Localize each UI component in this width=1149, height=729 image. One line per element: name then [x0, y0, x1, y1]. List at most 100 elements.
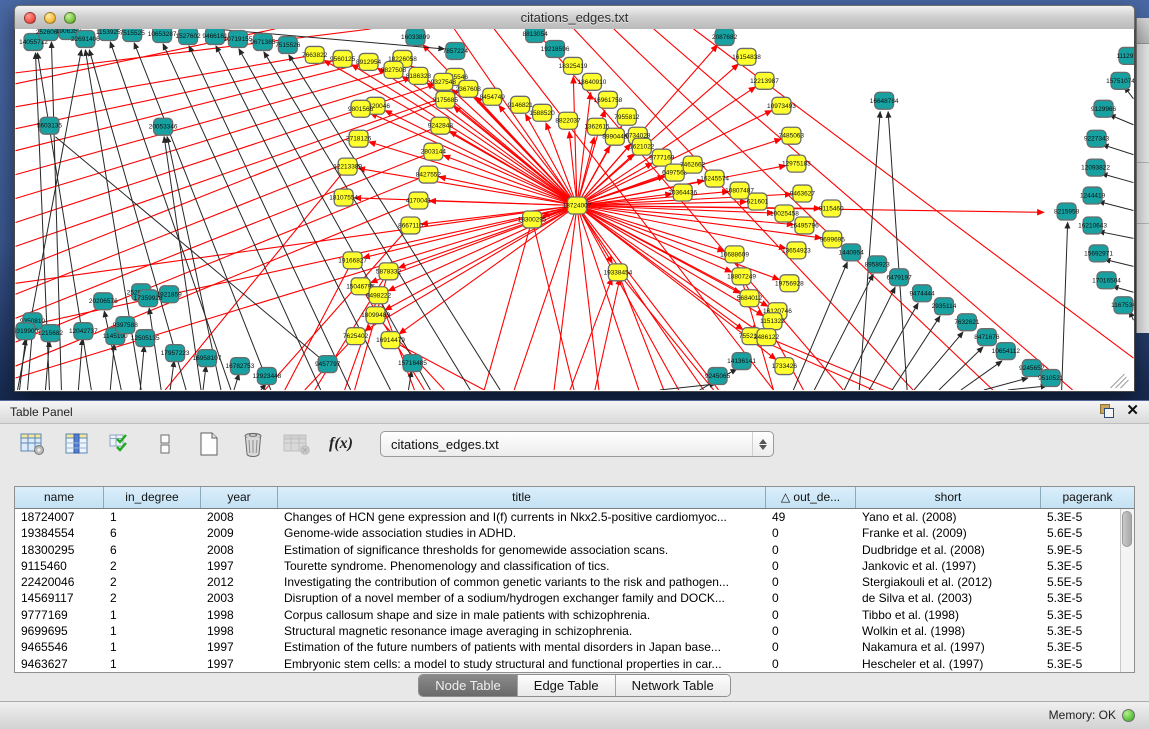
table-row[interactable]: 1830029562008Estimation of significance …	[15, 542, 1121, 558]
network-view-canvas[interactable]: 1405571225260651906350226914061153925751…	[14, 29, 1135, 392]
graph-node-label: 15716485	[398, 360, 427, 367]
graph-node-label: 16495796	[790, 222, 819, 229]
graph-node-label: 1733426	[772, 363, 798, 370]
table-cell: 19384554	[15, 525, 104, 541]
graph-node-label: 7632621	[954, 319, 980, 326]
graph-node-label: 19218596	[541, 46, 570, 53]
graph-node-label: 16210643	[1078, 222, 1107, 229]
column-header-pagerank[interactable]: pagerank	[1041, 487, 1134, 508]
table-row[interactable]: 946554611997Estimation of the future num…	[15, 639, 1121, 655]
graph-edge	[914, 332, 963, 390]
tab-network-table[interactable]: Network Table	[616, 675, 730, 696]
table-cell: 5.9E-5	[1041, 542, 1121, 558]
new-column-button[interactable]	[194, 429, 224, 459]
column-header-name[interactable]: name	[15, 487, 104, 508]
graph-node-label: 2367608	[456, 86, 482, 93]
graph-edge	[421, 206, 577, 225]
table-selector-dropdown[interactable]: citations_edges.txt	[380, 431, 774, 457]
table-mode-button[interactable]	[18, 429, 48, 459]
table-cell: 2	[104, 590, 201, 606]
table-row[interactable]: 1938455462009Genome-wide association stu…	[15, 525, 1121, 541]
graph-node-label: 2087682	[712, 34, 738, 41]
table-cell: 14569117	[15, 590, 104, 606]
tab-edge-table[interactable]: Edge Table	[518, 675, 616, 696]
graph-node-label: 15751074	[1106, 78, 1134, 85]
column-header-out_de[interactable]: △ out_de...	[766, 487, 856, 508]
graph-node-label: 9510521	[1038, 375, 1064, 382]
table-cell: 5.3E-5	[1041, 558, 1121, 574]
graph-node-label: 22691406	[71, 36, 100, 43]
table-cell: 2008	[201, 542, 278, 558]
column-header-short[interactable]: short	[856, 487, 1041, 508]
graph-node-label: 19756928	[775, 280, 804, 287]
graph-edge	[494, 29, 773, 390]
scrollbar-thumb[interactable]	[1122, 511, 1132, 547]
table-panel-header: Table Panel ✕	[0, 401, 1149, 424]
graph-node-label: 9115460	[819, 205, 844, 212]
graph-node-label: 9245065	[705, 373, 731, 380]
graph-node-label: 10654112	[992, 348, 1021, 355]
table-row[interactable]: 969969511998Structural magnetic resonanc…	[15, 623, 1121, 639]
graph-node-label: 7485063	[779, 133, 805, 140]
float-panel-icon[interactable]	[1099, 403, 1114, 418]
table-cell: 1	[104, 639, 201, 655]
graph-node-label: 18107554	[329, 195, 358, 202]
graph-edge	[16, 59, 343, 129]
table-row[interactable]: 1456911722003Disruption of a novel membe…	[15, 590, 1121, 606]
table-cell: 1	[104, 623, 201, 639]
table-row[interactable]: 1872400712008Changes of HCN gene express…	[15, 509, 1121, 525]
graph-edge	[577, 206, 719, 390]
graph-node-label: 18325419	[559, 63, 588, 70]
function-builder-button[interactable]: f(x)	[326, 429, 356, 459]
graph-node-label: 12923448	[252, 373, 281, 380]
table-cell: Embryonic stem cells: a model to study s…	[278, 656, 766, 672]
table-cell: 9463627	[15, 656, 104, 672]
graph-node-label: 7625402	[343, 333, 369, 340]
table-row[interactable]: 977716911998Corpus callosum shape and si…	[15, 607, 1121, 623]
column-header-title[interactable]: title	[278, 487, 766, 508]
graph-node-label: 18724007	[563, 203, 592, 210]
graph-node-label: 12042737	[69, 328, 98, 335]
graph-node-label: 9474444	[909, 290, 935, 297]
table-cell: 22420046	[15, 574, 104, 590]
table-cell: Estimation of significance thresholds fo…	[278, 542, 766, 558]
graph-node-label: 9319900	[15, 328, 39, 335]
citation-network-graph[interactable]: 1405571225260651906350226914061153925751…	[15, 29, 1134, 390]
graph-node-label: 20206576	[89, 298, 118, 305]
table-row[interactable]: 946362711997Embryonic stem cells: a mode…	[15, 656, 1121, 672]
graph-node-label: 621601	[747, 199, 769, 206]
graph-edge	[570, 278, 612, 390]
table-scrollbar[interactable]	[1120, 509, 1134, 672]
graph-node-label: 1244419	[1080, 193, 1106, 200]
graph-node-label: 10719155	[224, 36, 253, 43]
table-cell: 0	[766, 525, 856, 541]
graph-edge	[939, 347, 983, 390]
deselect-all-rows-button[interactable]	[150, 429, 180, 459]
graph-node-label: 10688609	[720, 251, 749, 258]
tab-node-table[interactable]: Node Table	[419, 675, 518, 696]
network-window-titlebar[interactable]: citations_edges.txt	[14, 5, 1135, 31]
table-selector-value: citations_edges.txt	[381, 437, 752, 452]
graph-node-label: 1112974	[1116, 53, 1134, 60]
table-row[interactable]: 2242004622012Investigating the contribut…	[15, 574, 1121, 590]
column-header-year[interactable]: year	[201, 487, 278, 508]
graph-node-label: 17359928	[134, 295, 163, 302]
memory-ok-indicator	[1122, 709, 1135, 722]
graph-node-label: 18300295	[518, 216, 547, 223]
table-cell: 5.3E-5	[1041, 607, 1121, 623]
graph-node-label: 7462662	[680, 162, 706, 169]
delete-table-button[interactable]	[282, 429, 312, 459]
table-cell: Wolkin et al. (1998)	[856, 623, 1041, 639]
table-row[interactable]: 911546021997Tourette syndrome. Phenomeno…	[15, 558, 1121, 574]
graph-edge	[577, 93, 591, 206]
table-cell: 0	[766, 639, 856, 655]
graph-node-label: 5878332	[376, 268, 402, 275]
close-panel-icon[interactable]: ✕	[1126, 403, 1139, 418]
select-all-rows-button[interactable]	[106, 429, 136, 459]
table-cell: 1	[104, 656, 201, 672]
delete-columns-button[interactable]	[238, 429, 268, 459]
show-columns-button[interactable]	[62, 429, 92, 459]
graph-edge	[170, 361, 174, 390]
column-header-in_degree[interactable]: in_degree	[104, 487, 201, 508]
graph-node-label: 9463627	[790, 191, 816, 198]
